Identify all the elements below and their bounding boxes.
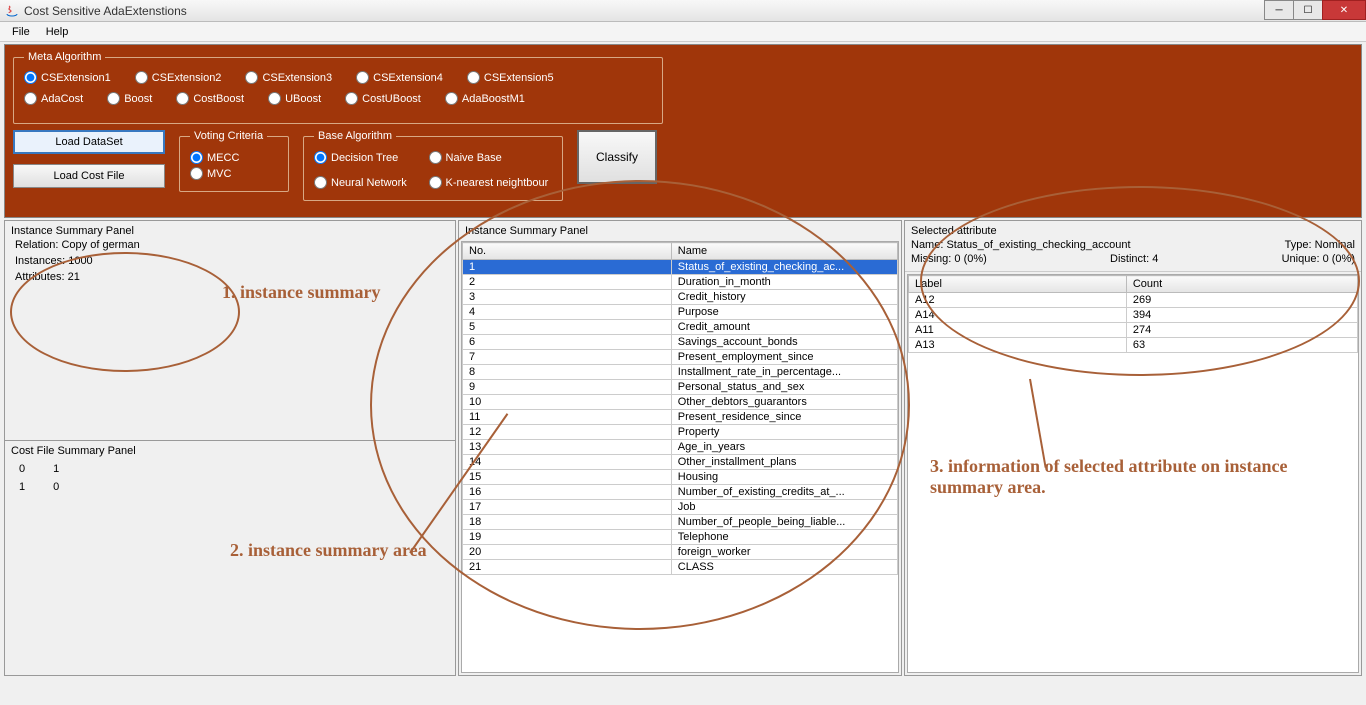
radio-csextension5[interactable]: CSExtension5	[467, 71, 554, 84]
instance-summary-title: Instance Summary Panel	[11, 225, 449, 237]
attribute-list-panel: Instance Summary Panel No. Name 1Status_…	[458, 220, 902, 676]
table-row[interactable]: 8Installment_rate_in_percentage...	[463, 365, 898, 380]
radio-csextension3[interactable]: CSExtension3	[245, 71, 332, 84]
radio-adaboostm1[interactable]: AdaBoostM1	[445, 92, 525, 105]
table-row[interactable]: A11274	[909, 323, 1358, 338]
relation-label: Relation:	[15, 239, 58, 251]
voting-legend: Voting Criteria	[190, 130, 267, 142]
cost-file-summary-panel: Cost File Summary Panel 0110	[5, 441, 455, 675]
sel-unique-label: Unique:	[1282, 253, 1320, 265]
radio-base-decision-tree[interactable]: Decision Tree	[314, 151, 411, 164]
attributes-value: 21	[68, 271, 80, 283]
left-panel: Instance Summary Panel Relation: Copy of…	[4, 220, 456, 676]
sel-name-value: Status_of_existing_checking_account	[946, 239, 1130, 251]
control-panel: Meta Algorithm CSExtension1 CSExtension2 C…	[4, 44, 1362, 218]
table-row[interactable]: 9Personal_status_and_sex	[463, 380, 898, 395]
attribute-table[interactable]: No. Name 1Status_of_existing_checking_ac…	[462, 242, 898, 575]
table-row[interactable]: 3Credit_history	[463, 290, 898, 305]
table-row[interactable]: 21CLASS	[463, 560, 898, 575]
instance-summary-panel: Instance Summary Panel Relation: Copy of…	[5, 221, 455, 441]
sel-type-value: Nominal	[1315, 239, 1355, 251]
sel-distinct-label: Distinct:	[1110, 253, 1149, 265]
radio-costboost[interactable]: CostBoost	[176, 92, 244, 105]
radio-csextension2[interactable]: CSExtension2	[135, 71, 222, 84]
instances-value: 1000	[68, 255, 92, 267]
sel-missing-label: Missing:	[911, 253, 951, 265]
table-row[interactable]: A14394	[909, 308, 1358, 323]
java-icon	[4, 3, 20, 19]
window-title: Cost Sensitive AdaExtenstions	[24, 4, 187, 18]
lc-col-count[interactable]: Count	[1126, 276, 1357, 293]
table-row[interactable]: 20foreign_worker	[463, 545, 898, 560]
radio-costuboost[interactable]: CostUBoost	[345, 92, 421, 105]
attribute-list-title: Instance Summary Panel	[459, 221, 901, 237]
radio-voting-mvc[interactable]: MVC	[190, 167, 278, 180]
label-count-table[interactable]: Label Count A12269A14394A11274A1363	[908, 275, 1358, 353]
attributes-label: Attributes:	[15, 271, 65, 283]
relation-value: Copy of german	[61, 239, 139, 251]
sel-missing-value: 0 (0%)	[954, 253, 986, 265]
radio-boost[interactable]: Boost	[107, 92, 152, 105]
radio-uboost[interactable]: UBoost	[268, 92, 321, 105]
cost-row: 01	[13, 461, 79, 477]
table-row[interactable]: 12Property	[463, 425, 898, 440]
radio-voting-mecc[interactable]: MECC	[190, 151, 278, 164]
menu-help[interactable]: Help	[38, 24, 77, 40]
table-row[interactable]: 18Number_of_people_being_liable...	[463, 515, 898, 530]
minimize-button[interactable]: ─	[1264, 0, 1294, 20]
meta-algorithm-fieldset: Meta Algorithm CSExtension1 CSExtension2 C…	[13, 51, 663, 124]
menu-file[interactable]: File	[4, 24, 38, 40]
sel-unique-value: 0 (0%)	[1323, 253, 1355, 265]
radio-base-naive-base[interactable]: Naive Base	[429, 151, 552, 164]
costfile-title: Cost File Summary Panel	[11, 445, 449, 457]
load-dataset-button[interactable]: Load DataSet	[13, 130, 165, 154]
table-row[interactable]: 19Telephone	[463, 530, 898, 545]
radio-csextension4[interactable]: CSExtension4	[356, 71, 443, 84]
load-costfile-button[interactable]: Load Cost File	[13, 164, 165, 188]
base-algorithm-fieldset: Base Algorithm Decision Tree Naive Base Ne…	[303, 130, 563, 201]
table-row[interactable]: 1Status_of_existing_checking_ac...	[463, 260, 898, 275]
col-name[interactable]: Name	[671, 243, 897, 260]
voting-criteria-fieldset: Voting Criteria MECC MVC	[179, 130, 289, 192]
table-row[interactable]: 4Purpose	[463, 305, 898, 320]
meta-legend: Meta Algorithm	[24, 51, 105, 63]
selected-attribute-panel: Selected attribute Name: Status_of_exist…	[904, 220, 1362, 676]
table-row[interactable]: A1363	[909, 338, 1358, 353]
radio-base-neural-network[interactable]: Neural Network	[314, 176, 411, 189]
lc-col-label[interactable]: Label	[909, 276, 1127, 293]
selected-attr-title: Selected attribute	[911, 225, 1355, 237]
table-row[interactable]: 2Duration_in_month	[463, 275, 898, 290]
table-row[interactable]: 6Savings_account_bonds	[463, 335, 898, 350]
maximize-button[interactable]: ☐	[1293, 0, 1323, 20]
base-legend: Base Algorithm	[314, 130, 396, 142]
table-row[interactable]: 7Present_employment_since	[463, 350, 898, 365]
cost-row: 10	[13, 479, 79, 495]
sel-distinct-value: 4	[1152, 253, 1158, 265]
sel-type-label: Type:	[1285, 239, 1312, 251]
table-row[interactable]: 15Housing	[463, 470, 898, 485]
table-row[interactable]: 5Credit_amount	[463, 320, 898, 335]
table-row[interactable]: 17Job	[463, 500, 898, 515]
sel-name-label: Name:	[911, 239, 943, 251]
table-row[interactable]: 11Present_residence_since	[463, 410, 898, 425]
col-no[interactable]: No.	[463, 243, 672, 260]
table-row[interactable]: 13Age_in_years	[463, 440, 898, 455]
table-row[interactable]: 16Number_of_existing_credits_at_...	[463, 485, 898, 500]
main-panels: Instance Summary Panel Relation: Copy of…	[0, 220, 1366, 676]
table-row[interactable]: 10Other_debtors_guarantors	[463, 395, 898, 410]
table-row[interactable]: 14Other_installment_plans	[463, 455, 898, 470]
radio-csextension1[interactable]: CSExtension1	[24, 71, 111, 84]
close-button[interactable]: ✕	[1322, 0, 1366, 20]
table-row[interactable]: A12269	[909, 293, 1358, 308]
window-titlebar: Cost Sensitive AdaExtenstions ─ ☐ ✕	[0, 0, 1366, 22]
radio-adacost[interactable]: AdaCost	[24, 92, 83, 105]
menubar: File Help	[0, 22, 1366, 42]
instances-label: Instances:	[15, 255, 65, 267]
cost-matrix-table: 0110	[11, 459, 81, 497]
classify-button[interactable]: Classify	[577, 130, 657, 184]
radio-base-k-nearest-neightbour[interactable]: K-nearest neightbour	[429, 176, 552, 189]
